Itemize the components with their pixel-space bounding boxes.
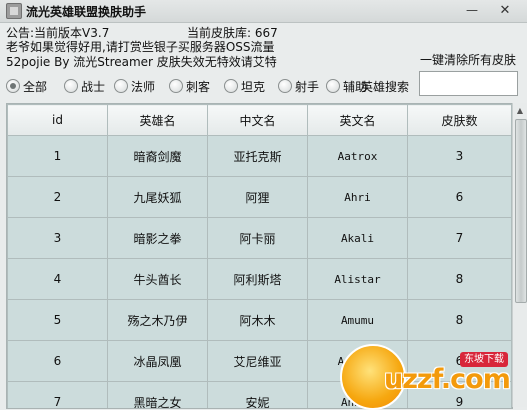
minimize-button[interactable]: — — [462, 3, 482, 19]
cell-id: 7 — [7, 381, 108, 408]
table-header-row: id 英雄名 中文名 英文名 皮肤数 — [7, 104, 512, 136]
cell-hero-name: 黑暗之女 — [107, 381, 208, 408]
cell-chinese-name: 亚托克斯 — [207, 135, 308, 177]
radio-icon — [64, 79, 78, 93]
app-icon — [6, 3, 22, 19]
cell-skin-count: 6 — [407, 176, 512, 218]
cell-chinese-name: 安妮 — [207, 381, 308, 408]
table-row[interactable]: 5 殇之木乃伊 阿木木 Amumu 8 — [7, 299, 512, 341]
cell-skin-count: 8 — [407, 299, 512, 341]
column-header-id[interactable]: id — [7, 104, 108, 136]
scroll-thumb[interactable] — [515, 119, 527, 303]
filter-fighter[interactable]: 战士 — [64, 78, 105, 94]
cell-hero-name: 九尾妖狐 — [107, 176, 208, 218]
filter-label: 坦克 — [241, 79, 266, 94]
cell-id: 5 — [7, 299, 108, 341]
radio-checked-icon — [6, 79, 20, 93]
cell-id: 6 — [7, 340, 108, 382]
cell-hero-name: 暗影之拳 — [107, 217, 208, 259]
cell-id: 4 — [7, 258, 108, 300]
title-bar: 流光英雄联盟换肤助手 — ✕ — [0, 0, 527, 23]
cell-english-name: Aatrox — [307, 135, 408, 177]
table-row[interactable]: 4 牛头酋长 阿利斯塔 Alistar 8 — [7, 258, 512, 300]
cell-chinese-name: 阿狸 — [207, 176, 308, 218]
announcement-version: 公告:当前版本V3.7 — [6, 26, 110, 40]
filter-mage[interactable]: 法师 — [114, 78, 155, 94]
radio-icon — [326, 79, 340, 93]
filter-marksman[interactable]: 射手 — [278, 78, 319, 94]
cell-hero-name: 冰晶凤凰 — [107, 340, 208, 382]
cell-english-name: Ahri — [307, 176, 408, 218]
table-row[interactable]: 1 暗裔剑魔 亚托克斯 Aatrox 3 — [7, 135, 512, 177]
filter-label: 射手 — [295, 79, 320, 94]
table-row[interactable]: 3 暗影之拳 阿卡丽 Akali 7 — [7, 217, 512, 259]
donation-notice: 老爷如果觉得好用,请打赏些银子买服务器OSS流量 — [6, 40, 275, 54]
cell-skin-count: 3 — [407, 135, 512, 177]
filter-label: 刺客 — [186, 79, 211, 94]
clear-all-skins-button[interactable]: 一键清除所有皮肤 — [416, 52, 520, 69]
cell-chinese-name: 阿利斯塔 — [207, 258, 308, 300]
cell-hero-name: 殇之木乃伊 — [107, 299, 208, 341]
skin-library-count: 当前皮肤库: 667 — [187, 26, 278, 40]
cell-english-name: Alistar — [307, 258, 408, 300]
cell-english-name: Akali — [307, 217, 408, 259]
filter-all[interactable]: 全部 — [6, 78, 47, 94]
filter-label: 全部 — [23, 79, 48, 94]
cell-chinese-name: 艾尼维亚 — [207, 340, 308, 382]
watermark-text: uzzf.com — [384, 364, 511, 395]
cell-id: 1 — [7, 135, 108, 177]
window-title: 流光英雄联盟换肤助手 — [26, 5, 147, 19]
search-label: 英雄搜索 — [361, 79, 410, 94]
column-header-chinese-name[interactable]: 中文名 — [207, 104, 308, 136]
cell-hero-name: 牛头酋长 — [107, 258, 208, 300]
cell-id: 2 — [7, 176, 108, 218]
cell-skin-count: 8 — [407, 258, 512, 300]
filter-assassin[interactable]: 刺客 — [169, 78, 210, 94]
filter-tank[interactable]: 坦克 — [224, 78, 265, 94]
cell-hero-name: 暗裔剑魔 — [107, 135, 208, 177]
filter-label: 法师 — [131, 79, 156, 94]
scroll-up-arrow-icon[interactable]: ▲ — [513, 104, 527, 118]
cell-skin-count: 7 — [407, 217, 512, 259]
cell-chinese-name: 阿木木 — [207, 299, 308, 341]
cell-english-name: Amumu — [307, 299, 408, 341]
hero-search-input[interactable] — [419, 71, 518, 96]
cell-chinese-name: 阿卡丽 — [207, 217, 308, 259]
filter-label: 战士 — [81, 79, 106, 94]
column-header-english-name[interactable]: 英文名 — [307, 104, 408, 136]
radio-icon — [278, 79, 292, 93]
radio-icon — [224, 79, 238, 93]
column-header-skin-count[interactable]: 皮肤数 — [407, 104, 512, 136]
close-button[interactable]: ✕ — [495, 3, 515, 19]
table-row[interactable]: 2 九尾妖狐 阿狸 Ahri 6 — [7, 176, 512, 218]
author-notice: 52pojie By 流光Streamer 皮肤失效无特效请艾特 — [6, 55, 277, 69]
watermark-logo: 东坡下载 uzzf.com — [340, 340, 527, 410]
radio-icon — [114, 79, 128, 93]
cell-id: 3 — [7, 217, 108, 259]
radio-icon — [169, 79, 183, 93]
column-header-hero-name[interactable]: 英雄名 — [107, 104, 208, 136]
